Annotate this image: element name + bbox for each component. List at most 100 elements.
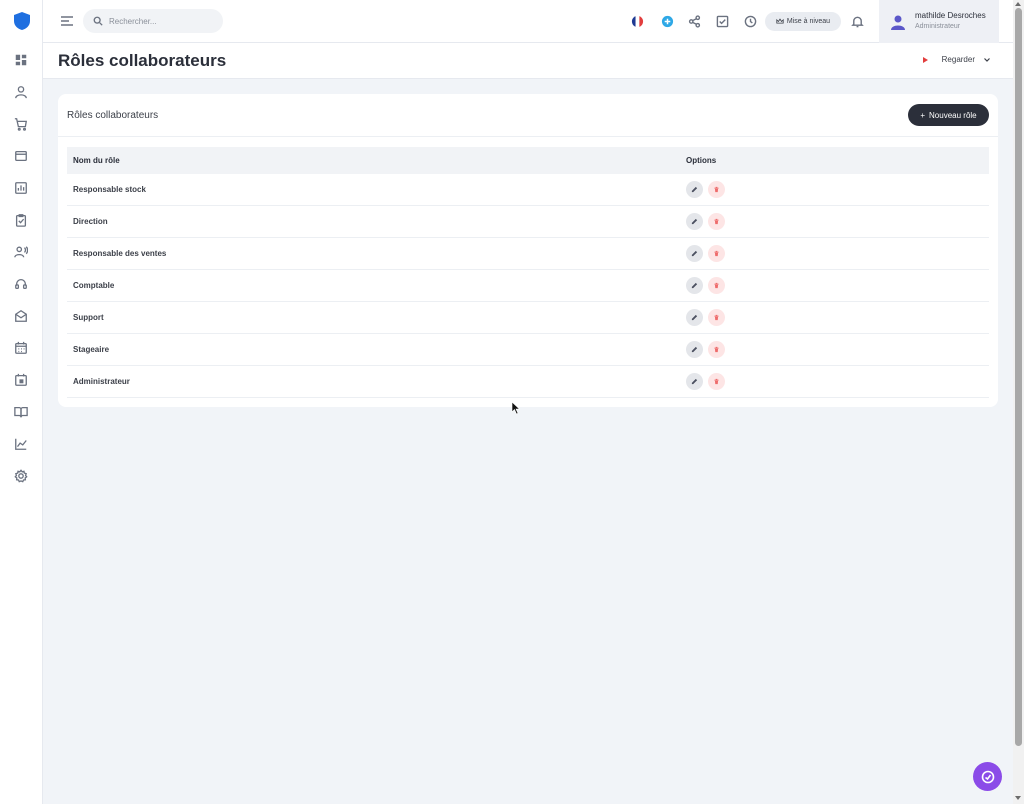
role-name: Direction	[73, 217, 108, 226]
column-header-options: Options	[686, 156, 717, 165]
chat-icon	[981, 770, 994, 783]
mouse-cursor-icon	[511, 401, 521, 415]
play-icon	[922, 56, 928, 63]
table-row: Stageaire	[67, 334, 989, 366]
users-icon[interactable]	[13, 244, 29, 260]
topbar: Mise à niveau mathilde Desroches Adminis…	[43, 0, 1013, 43]
upgrade-button[interactable]: Mise à niveau	[765, 12, 841, 31]
french-flag-icon[interactable]	[629, 13, 645, 29]
cart-icon[interactable]	[13, 116, 29, 132]
trash-icon	[714, 314, 719, 321]
pencil-icon	[691, 218, 698, 225]
edit-button[interactable]	[686, 341, 703, 358]
book-icon[interactable]	[13, 404, 29, 420]
task-check-icon[interactable]	[714, 13, 730, 29]
chart-icon[interactable]	[13, 180, 29, 196]
watch-button[interactable]: Regarder	[922, 55, 991, 64]
row-options	[686, 373, 725, 390]
settings-icon[interactable]	[13, 468, 29, 484]
avatar	[891, 15, 905, 30]
delete-button[interactable]	[708, 245, 725, 262]
menu-icon[interactable]	[60, 14, 74, 28]
delete-button[interactable]	[708, 277, 725, 294]
clock-icon[interactable]	[742, 13, 758, 29]
pencil-icon	[691, 378, 698, 385]
upgrade-label: Mise à niveau	[786, 18, 831, 25]
trash-icon	[714, 378, 719, 385]
role-name: Support	[73, 313, 104, 322]
role-name: Administrateur	[73, 377, 130, 386]
edit-button[interactable]	[686, 245, 703, 262]
delete-button[interactable]	[708, 373, 725, 390]
dashboard-icon[interactable]	[13, 52, 29, 68]
headset-icon[interactable]	[13, 276, 29, 292]
scroll-down-arrow[interactable]	[1015, 796, 1021, 800]
logo-icon[interactable]	[14, 12, 30, 30]
edit-button[interactable]	[686, 213, 703, 230]
trash-icon	[714, 282, 719, 289]
page-header: Rôles collaborateurs Regarder	[43, 43, 1013, 79]
table-row: Responsable des ventes	[67, 238, 989, 270]
search-input[interactable]	[109, 16, 209, 26]
delete-button[interactable]	[708, 181, 725, 198]
edit-button[interactable]	[686, 373, 703, 390]
pencil-icon	[691, 186, 698, 193]
clipboard-check-icon[interactable]	[13, 212, 29, 228]
new-role-label: Nouveau rôle	[929, 110, 977, 120]
user-menu[interactable]: mathilde Desroches Administrateur	[879, 0, 999, 43]
role-name: Responsable des ventes	[73, 249, 167, 258]
calendar-icon[interactable]	[13, 340, 29, 356]
plus-icon: +	[920, 110, 926, 120]
page-title: Rôles collaborateurs	[58, 51, 227, 70]
chevron-down-icon	[984, 57, 990, 62]
scroll-up-arrow[interactable]	[1015, 2, 1021, 6]
crown-icon	[776, 18, 784, 24]
user-icon[interactable]	[13, 84, 29, 100]
row-options	[686, 213, 725, 230]
table-header: Nom du rôle Options	[67, 147, 989, 174]
column-header-name: Nom du rôle	[73, 156, 120, 165]
row-options	[686, 309, 725, 326]
role-name: Comptable	[73, 281, 115, 290]
card-title: Rôles collaborateurs	[67, 110, 159, 121]
pencil-icon	[691, 314, 698, 321]
delete-button[interactable]	[708, 213, 725, 230]
user-name: mathilde Desroches	[915, 11, 986, 20]
bell-icon[interactable]	[849, 13, 865, 29]
trash-icon	[714, 218, 719, 225]
edit-button[interactable]	[686, 277, 703, 294]
pencil-icon	[691, 346, 698, 353]
table-row: Responsable stock	[67, 174, 989, 206]
role-name: Stageaire	[73, 345, 110, 354]
chat-button[interactable]	[973, 762, 1002, 791]
row-options	[686, 277, 725, 294]
trend-icon[interactable]	[13, 436, 29, 452]
add-circle-icon[interactable]	[659, 13, 675, 29]
new-role-button[interactable]: + Nouveau rôle	[908, 104, 989, 126]
table-row: Administrateur	[67, 366, 989, 398]
trash-icon	[714, 346, 719, 353]
pencil-icon	[691, 250, 698, 257]
pencil-icon	[691, 282, 698, 289]
row-options	[686, 341, 725, 358]
role-name: Responsable stock	[73, 185, 146, 194]
calendar-event-icon[interactable]	[13, 372, 29, 388]
delete-button[interactable]	[708, 341, 725, 358]
watch-label: Regarder	[941, 55, 975, 64]
card-divider	[58, 136, 998, 137]
edit-button[interactable]	[686, 181, 703, 198]
search-bar[interactable]	[83, 9, 223, 33]
edit-button[interactable]	[686, 309, 703, 326]
trash-icon	[714, 186, 719, 193]
roles-card: Rôles collaborateurs + Nouveau rôle Nom …	[58, 94, 998, 407]
user-role: Administrateur	[915, 23, 961, 30]
sidebar	[0, 0, 43, 804]
row-options	[686, 181, 725, 198]
scrollbar[interactable]	[1013, 0, 1024, 804]
share-icon[interactable]	[686, 13, 702, 29]
delete-button[interactable]	[708, 309, 725, 326]
mail-icon[interactable]	[13, 308, 29, 324]
trash-icon	[714, 250, 719, 257]
scroll-thumb[interactable]	[1015, 8, 1022, 746]
wallet-icon[interactable]	[13, 148, 29, 164]
